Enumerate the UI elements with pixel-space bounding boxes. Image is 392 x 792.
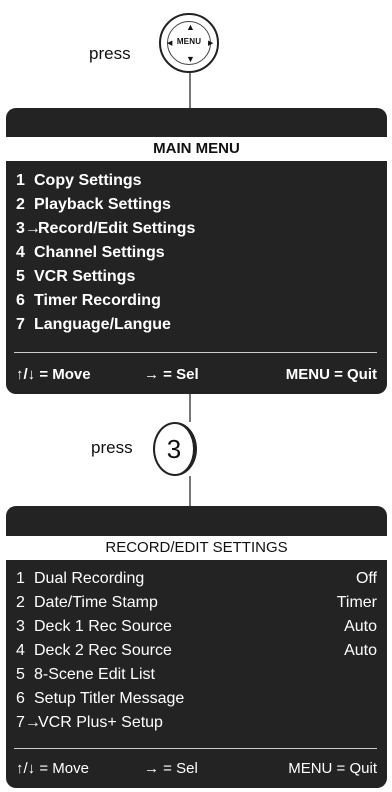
record-edit-item-number: 1: [16, 570, 25, 587]
record-edit-item[interactable]: 2 Date/Time Stamp Timer: [16, 592, 377, 614]
record-edit-item-selected[interactable]: 7→VCR Plus+ Setup: [16, 712, 377, 734]
footer-quit-hint: MENU = Quit: [285, 366, 377, 383]
record-edit-item[interactable]: 5 8-Scene Edit List: [16, 664, 377, 686]
main-menu-item[interactable]: 1 Copy Settings: [16, 170, 377, 192]
record-edit-item-number: 4: [16, 642, 25, 659]
main-menu-item-label: Record/Edit Settings: [38, 220, 196, 237]
record-edit-item-number: 7→: [16, 714, 41, 731]
footer-move-hint: ↑/↓ = Move: [16, 760, 89, 777]
record-edit-item[interactable]: 3 Deck 1 Rec Source Auto: [16, 616, 377, 638]
main-menu-item-number: 2: [16, 196, 25, 213]
connector-line-middle: [189, 394, 191, 422]
record-edit-item[interactable]: 1 Dual Recording Off: [16, 568, 377, 590]
number-3-button[interactable]: 3: [153, 422, 197, 476]
record-edit-item-label: Setup Titler Message: [34, 690, 185, 707]
press-label-menu: press: [89, 44, 131, 63]
main-menu-item-label: Channel Settings: [34, 244, 165, 261]
record-edit-footer: ↑/↓ = Move → = Sel MENU = Quit: [16, 758, 377, 780]
main-menu-item[interactable]: 2 Playback Settings: [16, 194, 377, 216]
record-edit-item-number: 6: [16, 690, 25, 707]
main-menu-item-label: Timer Recording: [34, 292, 161, 309]
record-edit-item-label: Dual Recording: [34, 570, 145, 587]
record-edit-item-number: 2: [16, 594, 25, 611]
footer-move-hint: ↑/↓ = Move: [16, 366, 91, 383]
main-menu-item[interactable]: 4 Channel Settings: [16, 242, 377, 264]
footer-select-hint: → = Sel: [144, 366, 199, 383]
main-menu-item-number: 7: [16, 316, 25, 333]
record-edit-item-value: Timer: [336, 594, 377, 611]
main-menu-item-label: VCR Settings: [34, 268, 136, 285]
main-menu-divider: [14, 352, 377, 353]
main-menu-item-number: 6: [16, 292, 25, 309]
main-menu-title: MAIN MENU: [6, 137, 387, 161]
main-menu-footer: ↑/↓ = Move → = Sel MENU = Quit: [16, 364, 377, 386]
record-edit-item-number: 3: [16, 618, 25, 635]
arrow-up-icon: ▲: [186, 22, 195, 32]
record-edit-item[interactable]: 4 Deck 2 Rec Source Auto: [16, 640, 377, 662]
record-edit-item-value: Auto: [344, 642, 377, 659]
record-edit-settings-panel: RECORD/EDIT SETTINGS 1 Dual Recording Off…: [6, 506, 387, 788]
menu-button[interactable]: ▲ ▼ ◀ ▶ MENU: [159, 13, 219, 73]
main-menu-item-selected[interactable]: 3→Record/Edit Settings: [16, 218, 377, 240]
record-edit-item-label: Date/Time Stamp: [34, 594, 158, 611]
press-label-3: press: [91, 438, 133, 457]
record-edit-item[interactable]: 6 Setup Titler Message: [16, 688, 377, 710]
arrow-down-icon: ▼: [186, 54, 195, 64]
record-edit-item-value: Auto: [344, 618, 377, 635]
main-menu-item-number: 1: [16, 172, 25, 189]
connector-line-top: [189, 73, 191, 108]
connector-line-middle-lower: [189, 476, 191, 506]
main-menu-item-label: Language/Langue: [34, 316, 171, 333]
main-menu-item[interactable]: 7 Language/Langue: [16, 314, 377, 336]
main-menu-item-number: 3→: [16, 220, 41, 237]
record-edit-item-number: 5: [16, 666, 25, 683]
main-menu-item[interactable]: 6 Timer Recording: [16, 290, 377, 312]
record-edit-item-label: Deck 2 Rec Source: [34, 642, 172, 659]
record-edit-item-label: 8-Scene Edit List: [34, 666, 155, 683]
footer-quit-hint: MENU = Quit: [288, 760, 377, 777]
record-edit-item-label: VCR Plus+ Setup: [38, 714, 163, 731]
record-edit-divider: [14, 748, 377, 749]
main-menu-item-number: 5: [16, 268, 25, 285]
main-menu-item[interactable]: 5 VCR Settings: [16, 266, 377, 288]
main-menu-item-number: 4: [16, 244, 25, 261]
main-menu-panel: MAIN MENU 1 Copy Settings 2 Playback Setti…: [6, 108, 387, 394]
record-edit-settings-title: RECORD/EDIT SETTINGS: [6, 536, 387, 560]
menu-button-label: MENU: [176, 37, 202, 46]
main-menu-item-label: Copy Settings: [34, 172, 142, 189]
footer-select-hint: → = Sel: [144, 760, 198, 777]
record-edit-item-value: Off: [355, 570, 377, 587]
record-edit-item-label: Deck 1 Rec Source: [34, 618, 172, 635]
main-menu-item-label: Playback Settings: [34, 196, 171, 213]
